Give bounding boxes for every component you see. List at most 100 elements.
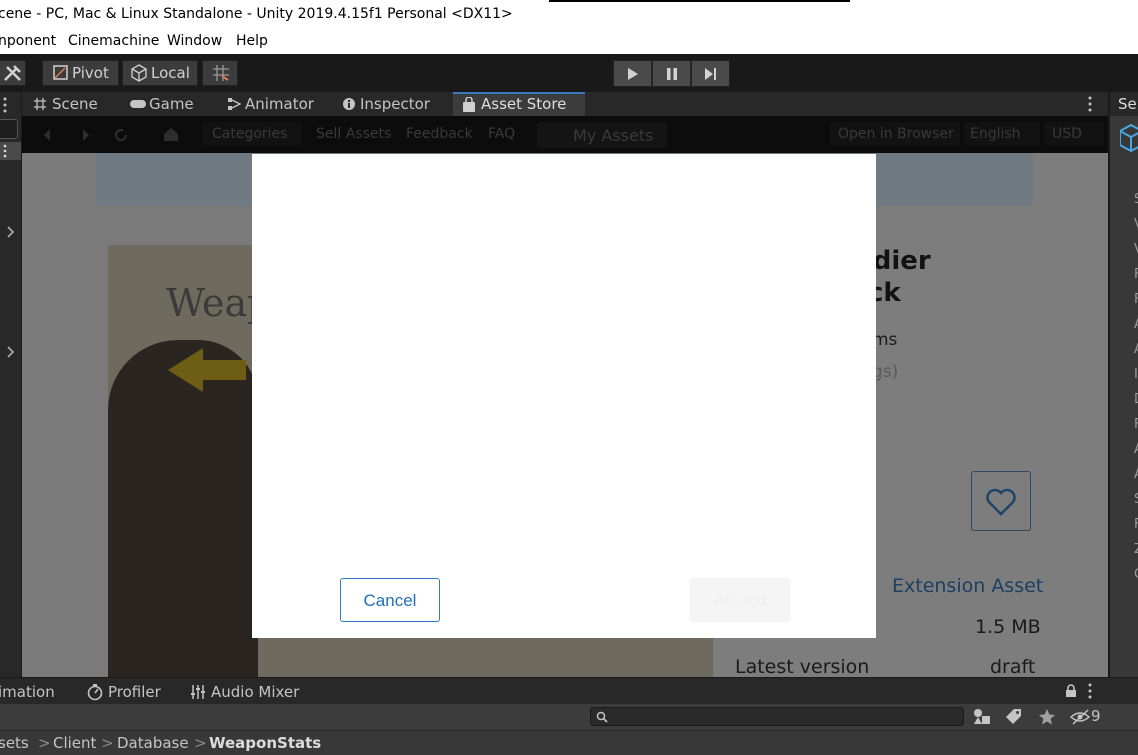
pivot-icon (53, 65, 68, 80)
profiler-icon (87, 684, 103, 701)
hash-icon (34, 98, 46, 110)
main-toolbar: Pivot Local (0, 54, 1138, 92)
caption-strip (549, 0, 850, 2)
faq-link[interactable]: FAQ (488, 126, 515, 142)
heart-icon (986, 488, 1016, 516)
left-panel-strip (0, 92, 22, 677)
latest-version-value: draft (990, 656, 1036, 678)
hidden-packages-icon[interactable] (1070, 709, 1092, 725)
step-icon (705, 68, 716, 80)
row-menu-icon (3, 144, 7, 158)
breadcrumb-separator: > (194, 734, 207, 752)
tab-game-label: Game (149, 95, 194, 113)
currency-dropdown[interactable]: USD (1044, 122, 1104, 146)
info-icon (343, 98, 355, 110)
breadcrumb-item-database[interactable]: Database (117, 734, 189, 752)
cancel-label: Cancel (363, 591, 417, 610)
package-cube-icon (1120, 124, 1138, 153)
grid-snap-button[interactable] (202, 60, 238, 86)
project-search-row: 9 (0, 704, 1138, 730)
pivot-button[interactable]: Pivot (42, 60, 119, 86)
right-tab[interactable]: Se (1110, 92, 1138, 116)
animator-icon (228, 98, 242, 110)
tools-icon (4, 65, 21, 81)
pause-icon (667, 68, 677, 80)
tab-audio-mixer[interactable]: Audio Mixer (211, 683, 299, 701)
bottom-menu-icon[interactable] (1086, 682, 1096, 700)
left-search-field[interactable] (0, 119, 18, 139)
modal-dialog: Cancel Accept (252, 154, 876, 638)
my-assets-button[interactable]: My Assets (537, 122, 667, 148)
arrow-icon (168, 348, 246, 392)
tab-inspector[interactable]: Inspector (340, 92, 452, 116)
chevron-right-icon[interactable] (5, 345, 17, 359)
tab-inspector-label: Inspector (360, 95, 430, 113)
accept-button: Accept (690, 578, 790, 622)
tab-animation[interactable]: imation (0, 683, 55, 701)
accept-label: Accept (714, 590, 766, 609)
breadcrumb-item-client[interactable]: Client (53, 734, 96, 752)
pause-button[interactable] (652, 60, 691, 87)
cube-icon (131, 64, 147, 82)
right-panel: Se (1108, 92, 1138, 677)
grid-snap-icon (213, 65, 229, 81)
menu-cinemachine[interactable]: Cinemachine (68, 33, 159, 49)
breadcrumb-separator: > (38, 734, 51, 752)
play-icon (628, 68, 638, 80)
wishlist-button[interactable] (971, 471, 1031, 531)
step-button[interactable] (691, 60, 730, 87)
pivot-label: Pivot (72, 64, 109, 82)
menu-help[interactable]: Help (236, 33, 268, 49)
local-label: Local (151, 64, 190, 82)
file-size-value: 1.5 MB (975, 616, 1041, 638)
cancel-button[interactable]: Cancel (340, 578, 440, 622)
tab-game[interactable]: Game (127, 92, 217, 116)
gamepad-icon (130, 100, 146, 108)
chevron-right-icon[interactable] (5, 225, 17, 239)
breadcrumb-separator: > (101, 734, 114, 752)
tab-animator-label: Animator (245, 95, 314, 113)
project-search-input[interactable] (590, 707, 964, 726)
refresh-icon[interactable] (113, 127, 129, 143)
feedback-link[interactable]: Feedback (406, 126, 473, 142)
breadcrumb-item-assets[interactable]: sets (0, 734, 29, 752)
tab-profiler[interactable]: Profiler (108, 683, 161, 701)
asset-type-link[interactable]: Extension Asset (892, 575, 1043, 597)
language-dropdown[interactable]: English (964, 122, 1040, 146)
tabs-menu-icon[interactable] (1086, 95, 1096, 113)
panel-menu-icon[interactable] (1, 96, 11, 114)
mixer-icon (191, 685, 205, 699)
tab-asset-store[interactable]: Asset Store (453, 92, 585, 116)
filter-by-type-icon[interactable] (973, 708, 991, 726)
tab-scene[interactable]: Scene (30, 92, 122, 116)
menu-window[interactable]: Window (167, 33, 222, 49)
tab-animator[interactable]: Animator (225, 92, 335, 116)
filter-by-label-icon[interactable] (1005, 708, 1023, 726)
latest-version-label: Latest version (735, 656, 870, 678)
favorites-star-icon[interactable] (1038, 708, 1056, 726)
window-title-bar: cene - PC, Mac & Linux Standalone - Unit… (0, 0, 1138, 29)
breadcrumb-item-weaponstats[interactable]: WeaponStats (209, 734, 321, 752)
open-in-browser-button[interactable]: Open in Browser (830, 122, 960, 146)
local-button[interactable]: Local (122, 60, 198, 86)
right-tab-label: Se (1118, 95, 1137, 113)
lock-icon[interactable] (1064, 684, 1078, 698)
tab-scene-label: Scene (52, 95, 98, 113)
categories-dropdown[interactable]: Categories (202, 122, 302, 146)
home-icon[interactable] (163, 126, 179, 142)
back-icon[interactable] (42, 128, 54, 142)
asset-store-nav: Categories Sell Assets Feedback FAQ My A… (22, 116, 1108, 153)
window-title: cene - PC, Mac & Linux Standalone - Unit… (0, 6, 513, 22)
search-icon (596, 711, 608, 723)
tab-asset-store-label: Asset Store (481, 95, 567, 113)
editor-tabs: Scene Game Animator Inspector Asset Stor… (22, 92, 1108, 116)
forward-icon[interactable] (80, 128, 92, 142)
menu-bar: nponent Cinemachine Window Help (0, 29, 1138, 54)
left-active-row[interactable] (0, 142, 21, 160)
sell-assets-link[interactable]: Sell Assets (316, 126, 391, 142)
play-button[interactable] (613, 60, 652, 87)
bottom-tabs: imation Profiler Audio Mixer (0, 677, 1138, 704)
hidden-packages-count: 9 (1091, 707, 1101, 725)
menu-component[interactable]: nponent (0, 33, 56, 49)
tools-button[interactable] (0, 60, 26, 86)
